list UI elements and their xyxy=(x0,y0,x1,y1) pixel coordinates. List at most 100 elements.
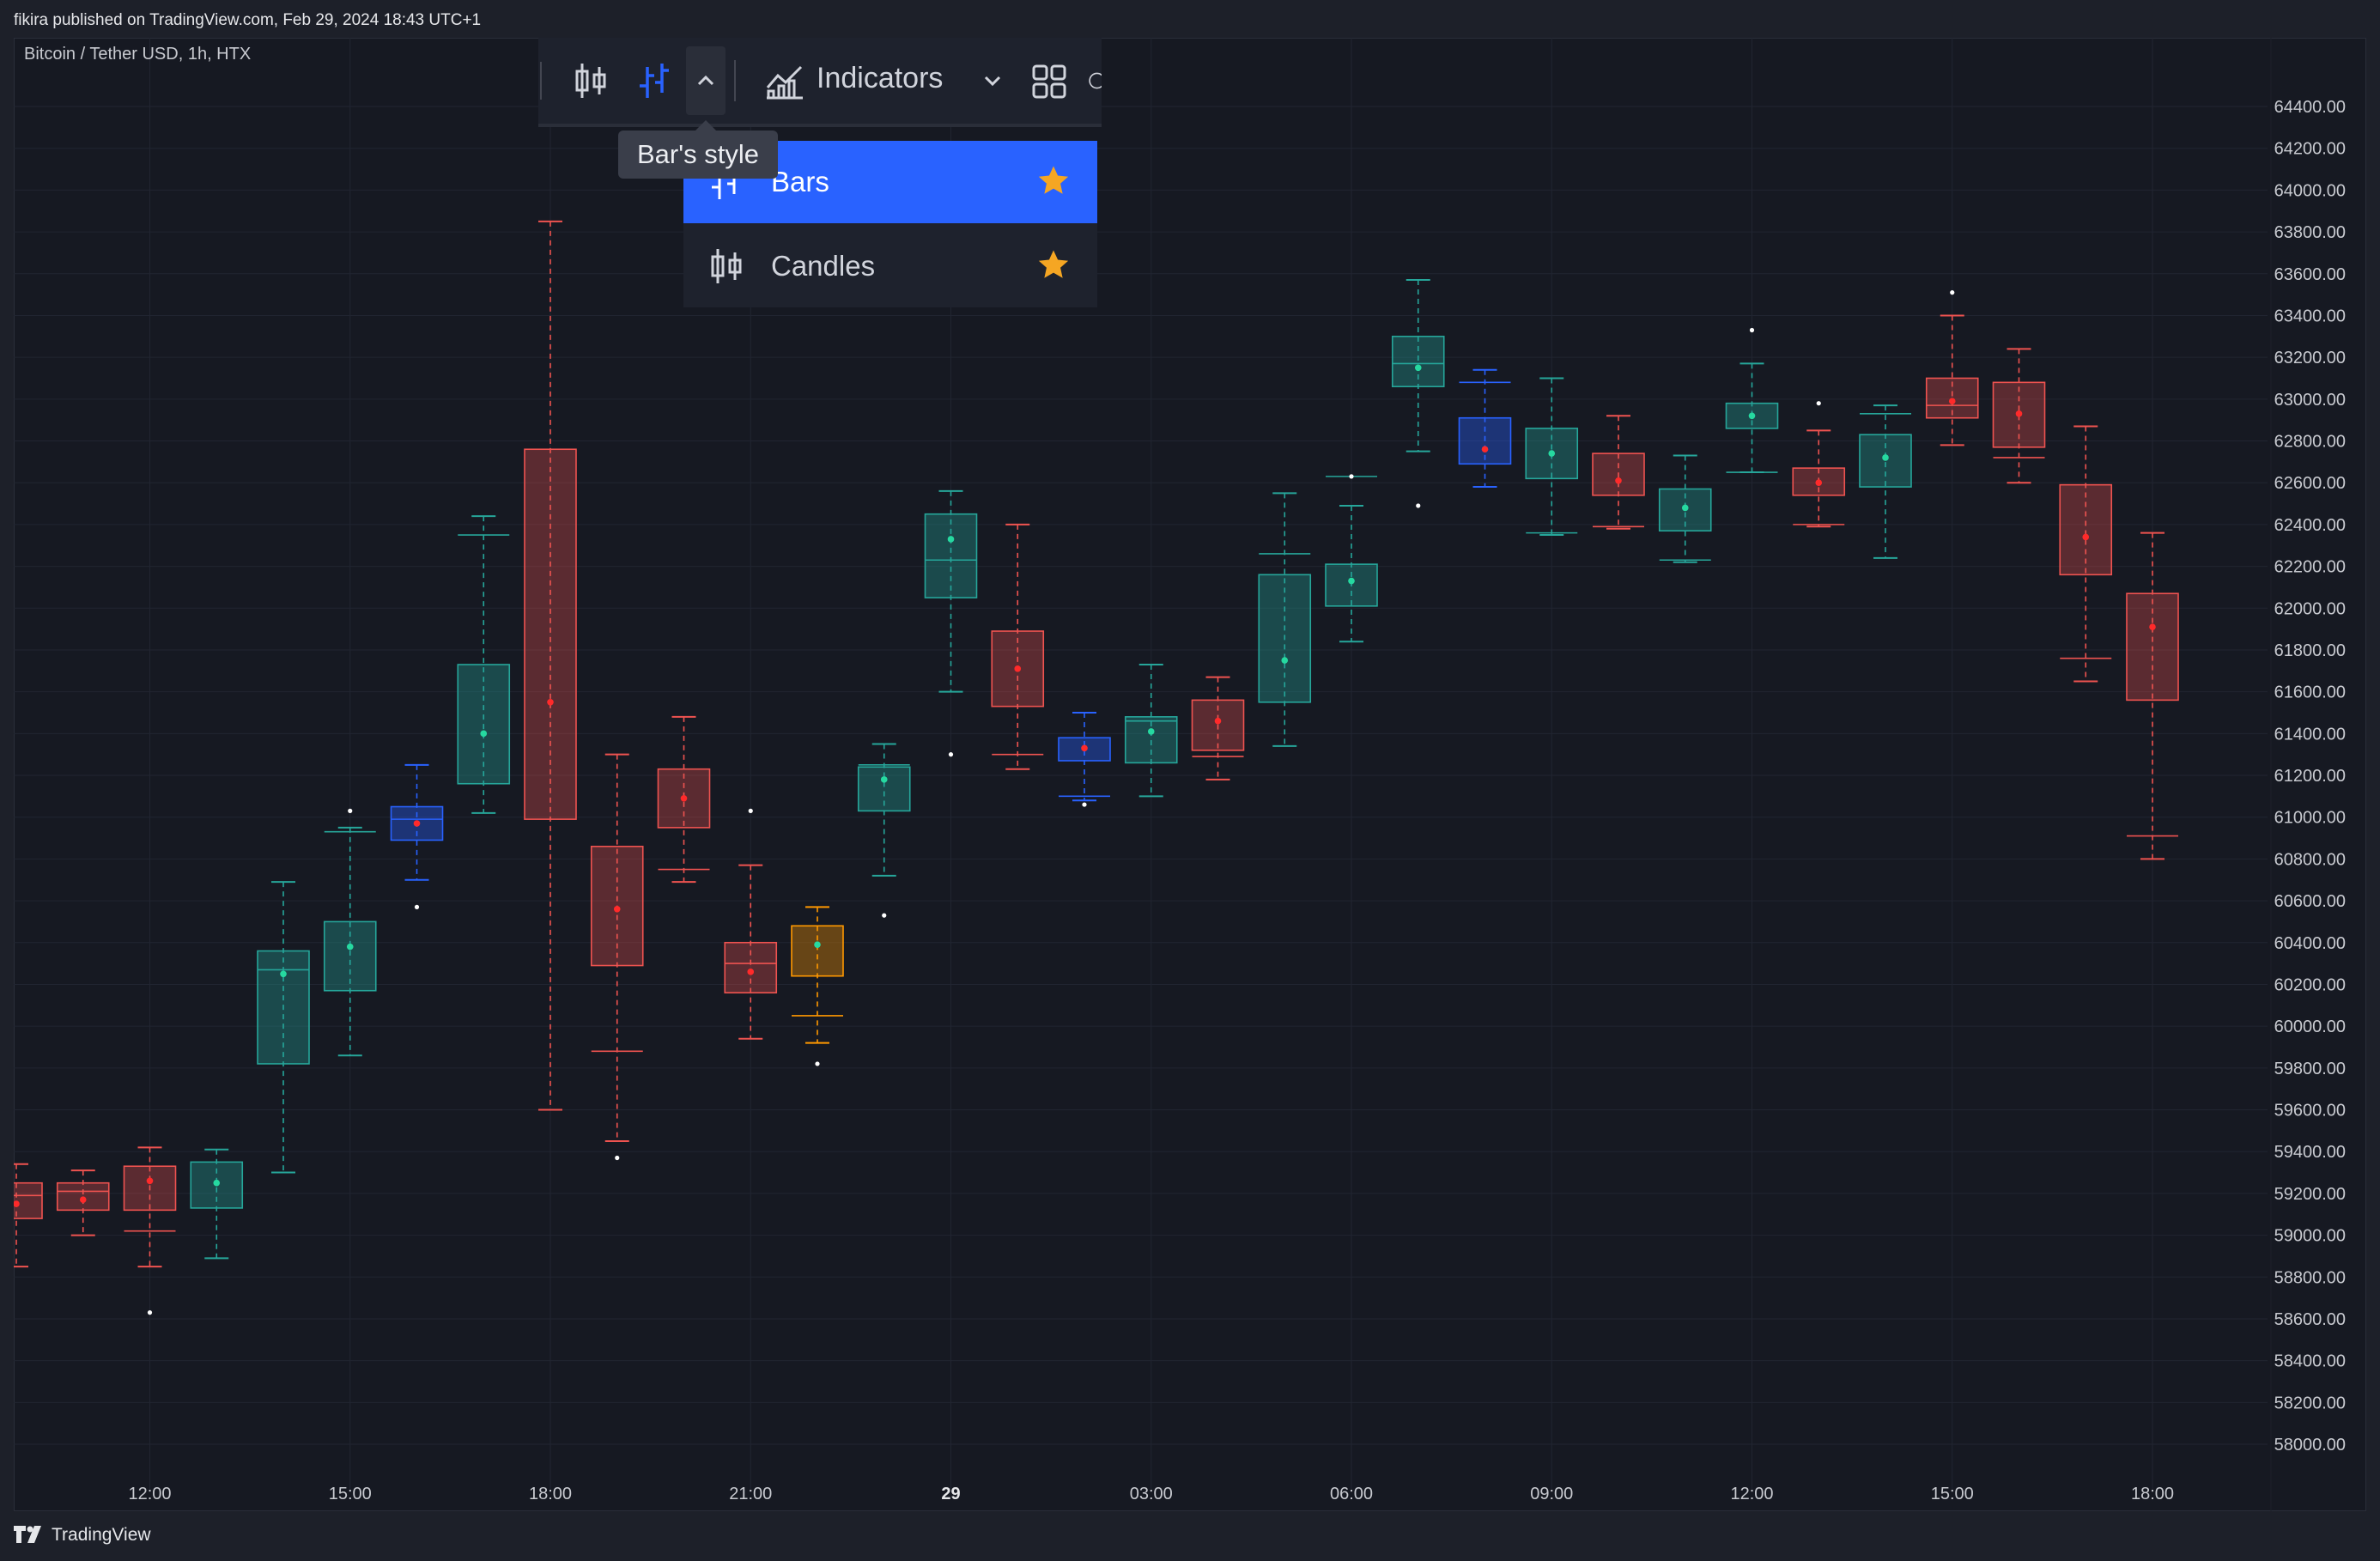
toolbar-separator xyxy=(540,62,542,100)
candle-extreme-dot xyxy=(615,1155,620,1161)
price-axis-label: 59600.00 xyxy=(2274,1102,2346,1121)
candles-icon xyxy=(709,247,744,289)
star-icon[interactable] xyxy=(1035,163,1072,203)
time-axis-label: 15:00 xyxy=(1931,1485,1974,1503)
price-axis-label: 59200.00 xyxy=(2274,1185,2346,1204)
candle[interactable] xyxy=(190,1148,244,1260)
candle-mid-dot xyxy=(2149,623,2156,630)
candle-mid-dot xyxy=(1214,717,1222,725)
toolbar-separator xyxy=(734,60,736,101)
price-axis-label: 60600.00 xyxy=(2274,892,2346,911)
indicators-icon[interactable] xyxy=(763,58,806,103)
candle-body xyxy=(1391,335,1445,388)
candle-mid-dot xyxy=(1615,477,1622,484)
price-axis-label: 64200.00 xyxy=(2274,140,2346,159)
candle-mid-dot xyxy=(1281,657,1289,664)
candle[interactable] xyxy=(1458,368,1512,489)
candle-body xyxy=(123,1165,177,1212)
candle-body xyxy=(1458,416,1512,465)
candle[interactable] xyxy=(791,906,844,1066)
candle[interactable] xyxy=(1258,492,1312,747)
candle-mid-dot xyxy=(1681,504,1689,512)
price-axis-label: 61800.00 xyxy=(2274,641,2346,660)
time-axis-label: 15:00 xyxy=(329,1485,372,1503)
candle-mid-dot xyxy=(1481,446,1489,453)
price-axis-label: 60000.00 xyxy=(2274,1017,2346,1036)
time-axis-label: 12:00 xyxy=(128,1485,171,1503)
price-axis-label: 62800.00 xyxy=(2274,433,2346,452)
candle-mid-dot xyxy=(814,941,821,948)
partial-toolbar-icon[interactable] xyxy=(1088,64,1102,98)
candle[interactable] xyxy=(56,1169,110,1236)
candle-extreme-dot xyxy=(815,1061,820,1066)
candle-extreme-dot xyxy=(1349,474,1354,479)
candle[interactable] xyxy=(1859,404,1912,559)
candle-body xyxy=(791,925,844,977)
candle[interactable] xyxy=(857,743,911,918)
candle-mid-dot xyxy=(480,730,488,738)
candle-mid-dot xyxy=(680,794,688,802)
candle[interactable] xyxy=(1592,415,1645,530)
chevron-down-icon[interactable] xyxy=(980,69,1005,93)
candle-mid-dot xyxy=(1948,398,1956,405)
tradingview-logo-icon xyxy=(14,1526,41,1543)
bars-icon[interactable] xyxy=(633,58,676,103)
candles-icon[interactable] xyxy=(569,58,612,103)
tradingview-logo[interactable]: TradingView xyxy=(14,1525,151,1546)
price-axis-label: 61200.00 xyxy=(2274,767,2346,786)
menu-item-label: Candles xyxy=(771,250,876,282)
candle-mid-dot xyxy=(2015,410,2023,417)
chevron-up-icon[interactable] xyxy=(686,46,726,115)
candle[interactable] xyxy=(14,1163,43,1268)
candle[interactable] xyxy=(991,523,1045,770)
candle[interactable] xyxy=(457,515,511,814)
menu-item-candles[interactable]: Candles xyxy=(683,225,1097,307)
time-axis-label: 12:00 xyxy=(1730,1485,1773,1503)
price-axis-label: 63000.00 xyxy=(2274,391,2346,410)
star-icon[interactable] xyxy=(1035,247,1072,288)
candle[interactable] xyxy=(2126,531,2179,860)
candle[interactable] xyxy=(1391,279,1445,508)
time-axis-label: 09:00 xyxy=(1530,1485,1573,1503)
candle-mid-dot xyxy=(1815,479,1823,486)
candle-mid-dot xyxy=(2082,533,2090,541)
price-axis-label: 62400.00 xyxy=(2274,516,2346,535)
price-axis-label: 58400.00 xyxy=(2274,1352,2346,1371)
candle-mid-dot xyxy=(1014,665,1022,672)
candle-body xyxy=(1325,563,1378,607)
price-axis-label: 58800.00 xyxy=(2274,1268,2346,1287)
candle[interactable] xyxy=(1792,401,1846,528)
tooltip-arrow xyxy=(695,120,716,131)
candle-mid-dot xyxy=(280,970,287,978)
candle[interactable] xyxy=(657,715,711,884)
price-chart[interactable]: 58000.00 58200.00 58400.00 58600.00 58800.00… xyxy=(14,38,2366,1511)
candle[interactable] xyxy=(390,763,444,909)
candle-mid-dot xyxy=(947,536,955,543)
indicators-button[interactable]: Indicators xyxy=(817,62,943,95)
candle[interactable] xyxy=(1525,377,1579,537)
candle-extreme-dot xyxy=(1416,503,1421,508)
candle[interactable] xyxy=(590,753,644,1161)
candle[interactable] xyxy=(2059,425,2113,683)
candle-extreme-dot xyxy=(147,1310,153,1315)
candle[interactable] xyxy=(1058,711,1111,807)
price-axis-label: 60800.00 xyxy=(2274,850,2346,869)
candle[interactable] xyxy=(257,881,310,1174)
time-axis-label: 29 xyxy=(941,1485,960,1503)
price-axis-label: 61000.00 xyxy=(2274,809,2346,828)
candle-mid-dot xyxy=(613,906,621,913)
price-axis-label: 59000.00 xyxy=(2274,1227,2346,1246)
candle-mid-dot xyxy=(1414,364,1422,372)
candle[interactable] xyxy=(1992,348,2046,484)
candle-extreme-dot xyxy=(414,904,420,909)
candle-extreme-dot xyxy=(748,808,753,813)
candle[interactable] xyxy=(1658,454,1712,563)
candle[interactable] xyxy=(1191,676,1245,780)
candle-body xyxy=(257,950,310,1065)
price-axis-label: 64000.00 xyxy=(2274,181,2346,200)
candle-mid-dot xyxy=(146,1177,154,1185)
candle-mid-dot xyxy=(413,820,421,827)
candle-body xyxy=(2126,592,2179,702)
layout-grid-icon[interactable] xyxy=(1028,60,1071,103)
symbol-label: Bitcoin / Tether USD, 1h, HTX xyxy=(24,45,252,64)
